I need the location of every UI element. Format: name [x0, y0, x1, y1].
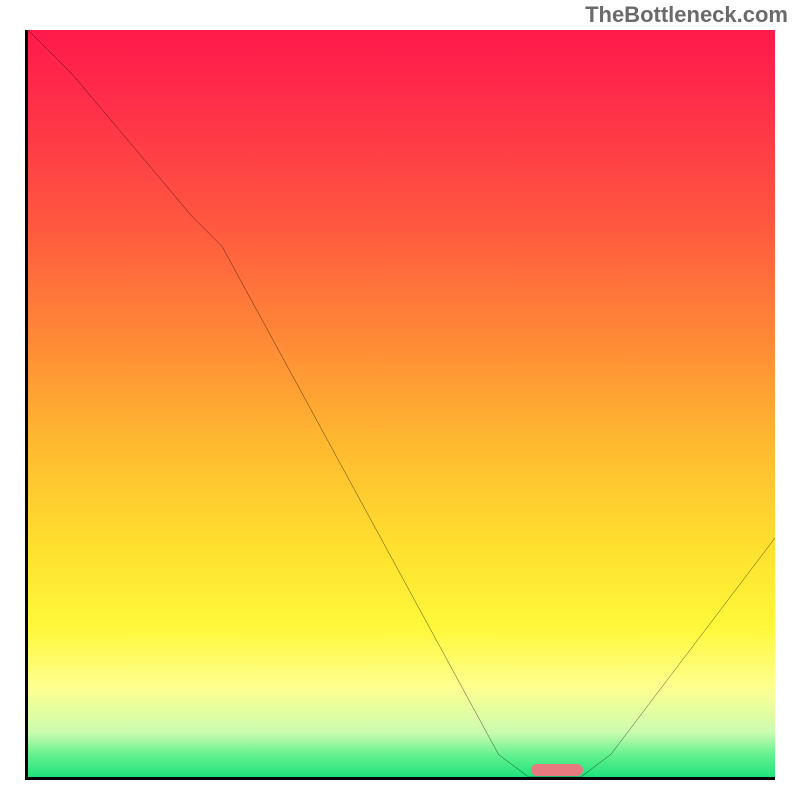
plot-area: [25, 30, 775, 780]
attribution-text: TheBottleneck.com: [585, 2, 788, 28]
bottleneck-curve: [28, 30, 775, 777]
chart-container: TheBottleneck.com: [0, 0, 800, 800]
